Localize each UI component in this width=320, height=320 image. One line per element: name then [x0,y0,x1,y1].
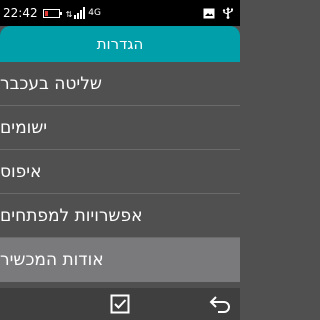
menu-item-developer-options[interactable]: אפשרויות למפתחים [0,194,240,238]
status-right [203,7,240,19]
softkey-left [0,288,40,320]
menu-item-label: אפשרויות למפתחים [0,205,143,226]
status-time: 22:42 [3,6,38,20]
menu-item-label: איפוס [0,161,42,182]
menu-item-label: שליטה בעכבר [0,73,102,94]
menu-item-label: אודות המכשיר [0,250,104,270]
select-button[interactable] [100,288,140,320]
settings-menu: שליטה בעכבר ישומים איפוס אפשרויות למפתחי… [0,62,240,282]
menu-item-mouse-control[interactable]: שליטה בעכבר [0,62,240,106]
softkey-bar [0,288,240,320]
page-title: הגדרות [96,35,144,53]
back-arrow-icon [209,296,230,313]
checkbox-icon [110,294,130,314]
data-arrows-icon: ⇅ [65,10,73,19]
menu-item-apps[interactable]: ישומים [0,106,240,150]
menu-item-reset[interactable]: איפוס [0,150,240,194]
status-left: 22:42 ⇅ 4G [0,6,101,20]
menu-item-label: ישומים [0,117,48,138]
battery-icon [42,8,62,18]
usb-icon [222,7,233,19]
status-bar: 22:42 ⇅ 4G [0,0,240,26]
menu-item-about-device[interactable]: אודות המכשיר [0,238,240,282]
back-button[interactable] [200,288,240,320]
network-type-label: 4G [88,8,101,18]
battery-fill [44,10,48,16]
header-title-bar: הגדרות [0,26,240,62]
image-icon [203,8,215,18]
signal-icon: ⇅ [66,7,87,19]
